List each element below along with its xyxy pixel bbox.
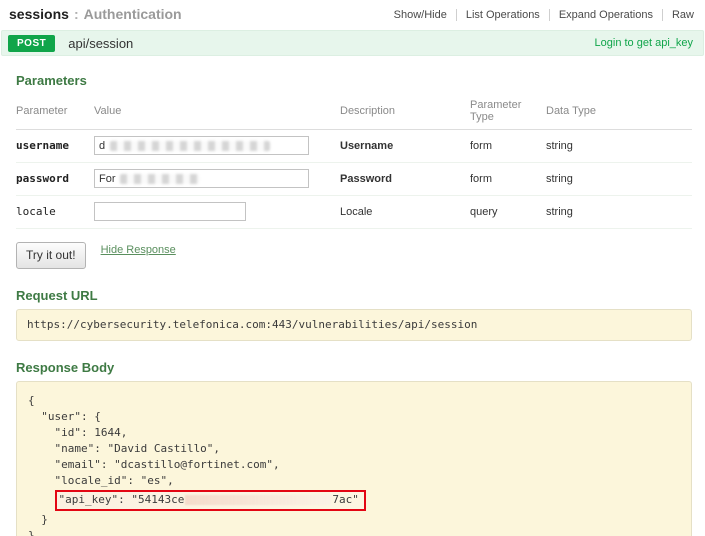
param-description: Locale — [340, 206, 470, 218]
resource-subtitle: Authentication — [84, 6, 182, 22]
api-key-redaction — [185, 495, 331, 505]
operation-path[interactable]: api/session — [68, 36, 133, 51]
parameters-heading: Parameters — [16, 73, 692, 88]
param-name: password — [16, 172, 94, 185]
request-url-heading: Request URL — [16, 288, 692, 303]
locale-input[interactable] — [94, 202, 246, 221]
api-key-value-end: 7ac" — [332, 493, 359, 506]
api-key-value-start: "54143ce — [131, 493, 184, 506]
param-row-locale: locale Locale query string — [16, 196, 692, 229]
try-it-section: Try it out! Hide Response — [16, 242, 692, 269]
param-description: Password — [340, 173, 470, 185]
json-line: } — [28, 512, 681, 528]
header-links: Show/Hide List Operations Expand Operati… — [385, 9, 695, 21]
param-value-wrap — [94, 202, 340, 221]
json-line: "id": 1644, — [28, 425, 681, 441]
username-input[interactable] — [94, 136, 309, 155]
param-value-wrap — [94, 169, 340, 188]
json-line: } — [28, 528, 681, 536]
col-value: Value — [94, 105, 340, 117]
param-value-wrap — [94, 136, 340, 155]
param-name: username — [16, 139, 94, 152]
col-data-type: Data Type — [546, 105, 692, 117]
api-key-key: "api_key": — [59, 493, 132, 506]
param-data-type: string — [546, 206, 692, 218]
param-type: form — [470, 173, 546, 185]
resource-name[interactable]: sessions — [9, 6, 69, 22]
param-data-type: string — [546, 140, 692, 152]
col-parameter: Parameter — [16, 105, 94, 117]
try-it-out-button[interactable]: Try it out! — [16, 242, 86, 269]
link-show-hide[interactable]: Show/Hide — [385, 9, 457, 21]
operation-bar[interactable]: POST api/session Login to get api_key — [1, 30, 704, 56]
json-line: "user": { — [28, 409, 681, 425]
hide-response-link[interactable]: Hide Response — [101, 244, 176, 256]
param-type: query — [470, 206, 546, 218]
json-line-api-key: "api_key": "54143ce 7ac" — [28, 489, 681, 512]
password-input[interactable] — [94, 169, 309, 188]
api-key-highlight-box: "api_key": "54143ce 7ac" — [55, 490, 366, 511]
param-data-type: string — [546, 173, 692, 185]
json-indent — [28, 493, 55, 506]
response-body-block: { "user": { "id": 1644, "name": "David C… — [16, 381, 692, 536]
response-body-heading: Response Body — [16, 360, 692, 375]
parameters-table-header: Parameter Value Description Parameter Ty… — [16, 94, 692, 130]
param-description: Username — [340, 140, 470, 152]
param-type: form — [470, 140, 546, 152]
param-name: locale — [16, 205, 94, 218]
resource-title: sessions: Authentication — [9, 6, 182, 24]
param-row-password: password Password form string — [16, 163, 692, 196]
json-line: "name": "David Castillo", — [28, 441, 681, 457]
request-url-value: https://cybersecurity.telefonica.com:443… — [27, 317, 681, 332]
col-parameter-type: Parameter Type — [470, 99, 546, 123]
http-method-badge: POST — [8, 35, 55, 52]
link-raw[interactable]: Raw — [663, 9, 695, 21]
json-line: "locale_id": "es", — [28, 473, 681, 489]
json-line: { — [28, 393, 681, 409]
link-list-operations[interactable]: List Operations — [457, 9, 550, 21]
login-api-key-link[interactable]: Login to get api_key — [595, 37, 693, 49]
resource-separator: : — [74, 6, 79, 22]
col-description: Description — [340, 105, 470, 117]
operation-detail: Parameters Parameter Value Description P… — [0, 73, 705, 536]
resource-header: sessions: Authentication Show/Hide List O… — [0, 0, 705, 29]
link-expand-operations[interactable]: Expand Operations — [550, 9, 663, 21]
json-line: "email": "dcastillo@fortinet.com", — [28, 457, 681, 473]
param-row-username: username Username form string — [16, 130, 692, 163]
request-url-block: https://cybersecurity.telefonica.com:443… — [16, 309, 692, 341]
